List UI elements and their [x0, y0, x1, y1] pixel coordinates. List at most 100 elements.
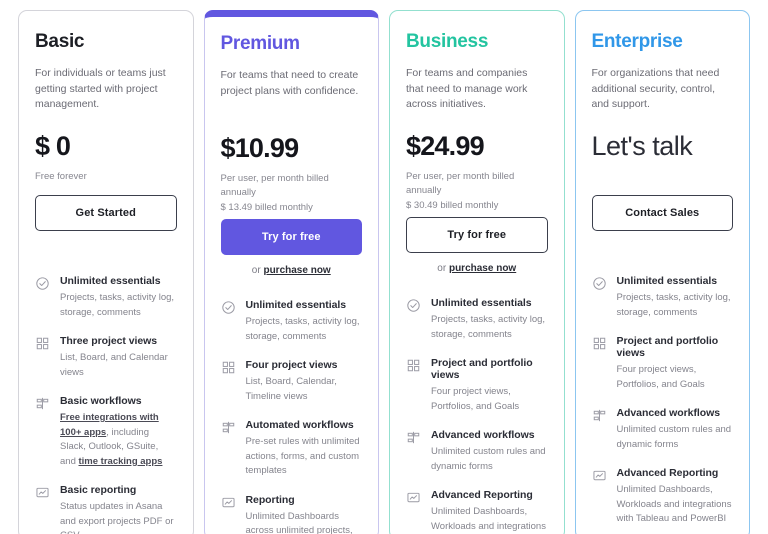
plan-name: Enterprise — [591, 31, 683, 52]
plan-cta-button-premium[interactable]: Try for free — [220, 219, 362, 255]
plan-description: For individuals or teams just getting st… — [35, 67, 166, 110]
plan-card-business: Business For teams and companies that nee… — [389, 10, 565, 534]
plan-price: $ 0 — [35, 131, 71, 161]
plan-card-enterprise: Enterprise For organizations that need ad… — [574, 10, 750, 534]
feature-text-fragment: Four project views, Portfolios, and Goal… — [431, 386, 520, 412]
plan-cta-zone: Try for free or purchase now — [220, 219, 363, 281]
plan-cta-button-business[interactable]: Try for free — [406, 217, 548, 253]
reporting-chart-icon — [35, 485, 50, 500]
plan-name: Basic — [35, 31, 85, 52]
feature-description: Pre-set rules with unlimited actions, fo… — [246, 435, 363, 479]
feature-text-fragment: Unlimited Dashboards across unlimited pr… — [245, 510, 353, 534]
feature-title: Unlimited essentials — [616, 275, 718, 287]
feature-item: Automated workflows Pre-set rules with un… — [221, 419, 363, 479]
feature-body: Unlimited essentials Projects, tasks, act… — [431, 297, 548, 342]
plan-cta-button-enterprise[interactable]: Contact Sales — [591, 195, 733, 231]
purchase-now-row: or purchase now — [406, 263, 548, 274]
plan-name: Premium — [220, 33, 301, 54]
plan-name: Business — [406, 31, 489, 52]
feature-text-fragment: Status updates in Asana and export proje… — [60, 501, 174, 534]
feature-description: Projects, tasks, activity log, storage, … — [617, 291, 734, 320]
feature-title: Reporting — [245, 493, 295, 506]
plan-price-note-secondary: $ 13.49 billed monthly — [220, 202, 313, 213]
feature-body: Project and portfolio views Four project … — [431, 357, 548, 414]
feature-body: Advanced Reporting Unlimited Dashboards, … — [617, 467, 734, 527]
feature-title: Unlimited essentials — [245, 299, 347, 311]
plan-price-block: $10.99 Per user, per month billed annuall… — [221, 131, 363, 215]
feature-text-fragment: Unlimited custom rules and dynamic forms — [616, 424, 732, 450]
feature-title: Three project views — [60, 335, 158, 347]
feature-text-fragment: Four project views, Portfolios, and Goal… — [616, 364, 705, 390]
feature-description: Projects, tasks, activity log, storage, … — [431, 313, 548, 342]
plan-cta-zone: Get Started — [35, 195, 177, 257]
feature-text-fragment: Unlimited Dashboards, Workloads and inte… — [616, 484, 732, 524]
plan-price: $10.99 — [220, 133, 300, 163]
feature-item: Unlimited essentials Projects, tasks, act… — [35, 275, 177, 320]
feature-description: Projects, tasks, activity log, storage, … — [246, 315, 363, 344]
feature-item: Basic reporting Status updates in Asana a… — [35, 484, 177, 534]
purchase-now-link[interactable]: purchase now — [449, 263, 516, 274]
feature-description: List, Board, and Calendar views — [60, 351, 177, 380]
purchase-prefix-label: or — [251, 265, 261, 276]
feature-inline-link[interactable]: time tracking apps — [79, 456, 163, 467]
workflow-icon — [592, 408, 607, 423]
feature-text-fragment: List, Board, and Calendar views — [60, 352, 168, 378]
feature-item: Basic workflows Free integrations with 10… — [35, 395, 177, 469]
purchase-now-link[interactable]: purchase now — [263, 265, 330, 276]
feature-item: Reporting Unlimited Dashboards across unl… — [221, 494, 363, 534]
reporting-chart-icon — [221, 495, 236, 510]
feature-item: Three project views List, Board, and Cale… — [35, 335, 177, 380]
workflow-icon — [221, 420, 236, 435]
feature-text-fragment: Projects, tasks, activity log, storage, … — [431, 314, 546, 340]
check-circle-icon — [592, 276, 607, 291]
feature-text-fragment: List, Board, Calendar, Timeline views — [245, 376, 337, 402]
workflow-icon — [35, 396, 50, 411]
feature-text-fragment: Unlimited Dashboards, Workloads and inte… — [431, 506, 546, 532]
feature-item: Unlimited essentials Projects, tasks, act… — [406, 297, 548, 342]
plan-price-note-primary: Free forever — [35, 171, 87, 182]
plan-price: Let's talk — [591, 131, 693, 161]
feature-body: Advanced workflows Unlimited custom rules… — [617, 407, 734, 452]
plan-price-note-primary: Per user, per month billed annually — [406, 171, 515, 196]
feature-description: Status updates in Asana and export proje… — [60, 500, 177, 534]
feature-body: Unlimited essentials Projects, tasks, act… — [60, 275, 177, 320]
plan-description: For teams that need to create project pl… — [220, 69, 359, 97]
feature-description: Unlimited Dashboards, Workloads and inte… — [431, 505, 548, 534]
plan-cta-button-basic[interactable]: Get Started — [35, 195, 177, 231]
feature-description: List, Board, Calendar, Timeline views — [246, 375, 363, 404]
feature-item: Unlimited essentials Projects, tasks, act… — [221, 299, 363, 344]
feature-description: Unlimited Dashboards, Workloads and inte… — [617, 483, 734, 527]
feature-body: Automated workflows Pre-set rules with un… — [246, 419, 363, 479]
feature-item: Advanced workflows Unlimited custom rules… — [592, 407, 734, 452]
feature-text-fragment: Projects, tasks, activity log, storage, … — [616, 292, 731, 318]
feature-text-fragment: Pre-set rules with unlimited actions, fo… — [245, 436, 360, 476]
reporting-chart-icon — [592, 468, 607, 483]
purchase-now-row: or purchase now — [221, 265, 363, 276]
plan-description: For organizations that need additional s… — [591, 67, 720, 110]
feature-title: Unlimited essentials — [431, 297, 532, 309]
reporting-chart-icon — [406, 490, 421, 505]
feature-body: Three project views List, Board, and Cale… — [60, 335, 177, 380]
feature-list: Unlimited essentials Projects, tasks, act… — [406, 297, 548, 534]
feature-description: Unlimited custom rules and dynamic forms — [617, 423, 734, 452]
feature-title: Advanced workflows — [616, 407, 721, 419]
feature-title: Advanced Reporting — [616, 467, 719, 479]
plan-price-note-primary: Per user, per month billed annually — [220, 173, 329, 198]
plan-cta-zone: Contact Sales — [591, 195, 733, 257]
plan-card-premium: Premium For teams that need to create pro… — [203, 10, 379, 534]
feature-description: Projects, tasks, activity log, storage, … — [60, 291, 177, 320]
feature-item: Project and portfolio views Four project … — [592, 335, 734, 392]
feature-description: Unlimited custom rules and dynamic forms — [431, 445, 548, 474]
feature-title: Automated workflows — [245, 419, 354, 431]
plan-cta-zone: Try for free or purchase now — [406, 217, 548, 279]
workflow-icon — [406, 430, 421, 445]
check-circle-icon — [221, 300, 236, 315]
feature-body: Reporting Unlimited Dashboards across unl… — [246, 494, 363, 534]
feature-body: Unlimited essentials Projects, tasks, act… — [617, 275, 734, 320]
feature-list: Unlimited essentials Projects, tasks, act… — [592, 275, 734, 527]
feature-list: Unlimited essentials Projects, tasks, act… — [221, 299, 363, 534]
purchase-prefix-label: or — [437, 263, 447, 274]
feature-body: Project and portfolio views Four project … — [617, 335, 734, 392]
feature-item: Advanced workflows Unlimited custom rules… — [406, 429, 548, 474]
feature-item: Four project views List, Board, Calendar,… — [221, 359, 363, 404]
